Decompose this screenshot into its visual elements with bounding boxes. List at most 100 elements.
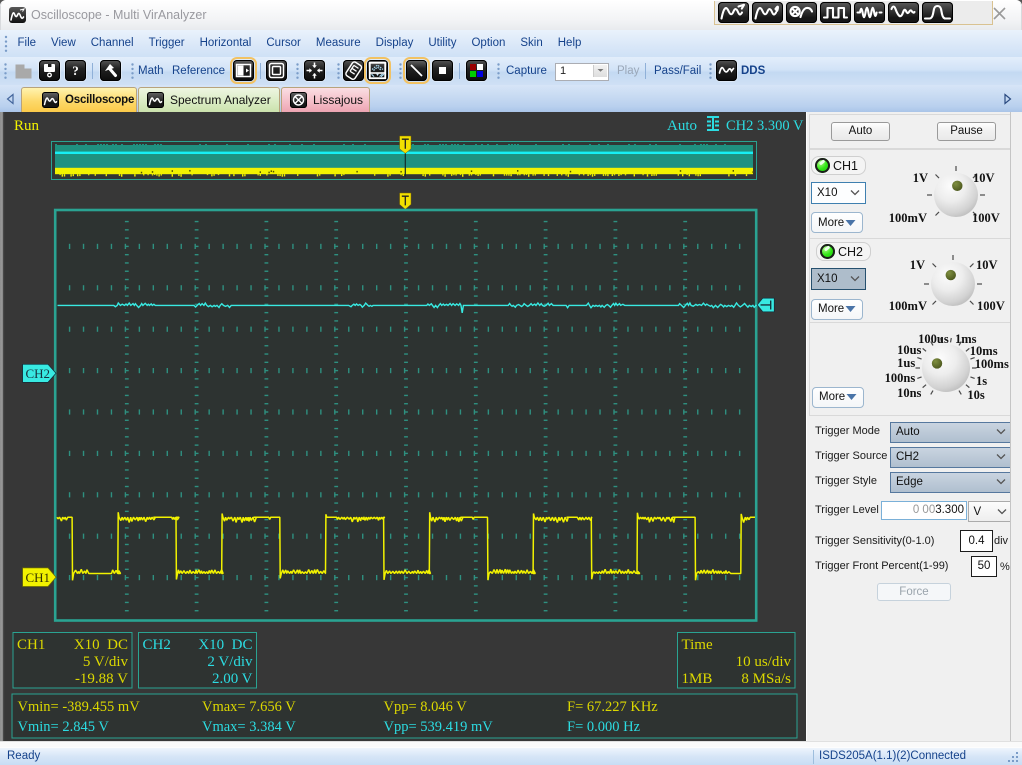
control-panel: AutoPauseCH1X10More1V10V100mV100VCH2X10M… [806, 112, 1012, 741]
menu-item-option[interactable]: Option [464, 30, 513, 57]
tab-spectrum-analyzer[interactable]: Spectrum Analyzer [138, 87, 280, 112]
oscilloscope-tool-icon[interactable] [718, 2, 749, 23]
ch1-measure-2: Vpp= 8.046 V [384, 699, 468, 715]
tab-oscilloscope[interactable]: Oscilloscope [21, 87, 137, 112]
chevron-down-icon [850, 276, 860, 282]
dot-draw-icon[interactable] [432, 60, 453, 81]
application-window: Oscilloscope - Multi VirAnalyzer FileVie… [0, 0, 1022, 765]
ch2-probe-select[interactable]: X10 [811, 268, 866, 290]
record-depth: 1MB [682, 671, 713, 687]
passfail-button[interactable]: Pass/Fail [654, 57, 701, 85]
help-icon[interactable]: ? [65, 60, 86, 81]
panel-toggle-icon[interactable] [233, 60, 254, 81]
toolbar-separator [645, 63, 646, 79]
timebase-more-button[interactable]: More [812, 387, 864, 408]
menu-bar: FileViewChannelTriggerHorizontalCursorMe… [0, 30, 1022, 57]
pause-button[interactable]: Pause [937, 122, 996, 141]
combo-value: X10 [817, 187, 837, 199]
chevron-down-icon [997, 509, 1007, 515]
more-label: More [818, 303, 844, 315]
color-settings-icon[interactable] [466, 60, 487, 81]
ch2-more-button[interactable]: More [811, 299, 863, 320]
ch1-led-box: CH1 [811, 156, 866, 175]
ch1-more-button[interactable]: More [811, 212, 863, 233]
chevron-down-icon [996, 479, 1006, 485]
lissajous-tool-icon[interactable] [786, 2, 817, 23]
menu-item-measure[interactable]: Measure [308, 30, 368, 57]
auto-button[interactable]: Auto [831, 122, 890, 141]
toolbar-separator [260, 63, 261, 79]
knob-scale-label: 1V [910, 258, 925, 273]
capture-dropdown-icon[interactable] [593, 65, 607, 77]
close-icon[interactable] [991, 6, 1008, 21]
knob-scale-label: 10ns [897, 386, 921, 401]
autoset-icon[interactable] [100, 60, 121, 81]
menu-item-horizontal[interactable]: Horizontal [192, 30, 259, 57]
sweep-tool-icon[interactable] [888, 2, 919, 23]
trigger-mode-select[interactable]: Auto [890, 422, 1012, 443]
spectrum-tool-icon[interactable] [752, 2, 783, 23]
menu-item-file[interactable]: File [10, 30, 44, 57]
title-bar: Oscilloscope - Multi VirAnalyzer [0, 0, 1022, 31]
trigger-style-select[interactable]: Edge [890, 472, 1012, 493]
math-button[interactable]: Math [138, 57, 164, 85]
play-button[interactable]: Play [617, 57, 639, 85]
trigger-source-label: Trigger Source [815, 450, 887, 462]
knob-indicator-dot [945, 270, 955, 280]
time-title: Time [682, 637, 713, 653]
sensitivity-unit-label: div [994, 535, 1008, 547]
save-icon[interactable] [39, 60, 60, 81]
menu-item-channel[interactable]: Channel [83, 30, 141, 57]
ch2-probe-coupling: X10 DC [198, 637, 252, 653]
digital-tool-icon[interactable] [820, 2, 851, 23]
ch2-name: CH2 [143, 637, 171, 653]
trigger-sensitivity-input[interactable]: 0.4 [960, 530, 993, 552]
menu-item-view[interactable]: View [44, 30, 84, 57]
tab-scroll-right-icon[interactable] [1003, 93, 1013, 105]
more-label: More [818, 217, 844, 229]
display-settings-icon[interactable] [266, 60, 287, 81]
force-button[interactable]: Force [877, 583, 951, 601]
status-message: Ready [7, 750, 40, 762]
tab-scroll-left-icon[interactable] [5, 93, 15, 105]
ch1-probe-coupling: X10 DC [74, 637, 128, 653]
trigger-level-readout: CH2 3.300 V [726, 118, 804, 134]
capture-label: Capture [506, 57, 547, 85]
waveform-screen-icon[interactable] [367, 60, 388, 81]
knob-scale-label: 10s [967, 388, 984, 403]
dds-icon[interactable] [716, 60, 737, 81]
oscilloscope-display[interactable]: RunAutoCH2 3.300 VCH2CH1CH1X10 DC5 V/div… [5, 112, 806, 741]
menu-item-display[interactable]: Display [368, 30, 421, 57]
keypad-icon[interactable] [343, 60, 364, 81]
tab-lissajous[interactable]: Lissajous [281, 87, 370, 112]
knob-scale-label: 10V [976, 258, 998, 273]
burst-tool-icon[interactable] [854, 2, 885, 23]
knob-scale-label: 1s [976, 374, 987, 389]
trigger-level-unit-select[interactable]: V [968, 501, 1013, 522]
tab-label: Lissajous [313, 93, 363, 107]
run-status: Run [14, 118, 40, 134]
toolbar-grip [496, 62, 501, 80]
menu-grip [2, 34, 10, 54]
line-draw-icon[interactable] [406, 60, 427, 81]
menu-item-trigger[interactable]: Trigger [141, 30, 192, 57]
menu-item-utility[interactable]: Utility [421, 30, 464, 57]
menu-item-cursor[interactable]: Cursor [259, 30, 309, 57]
trigger-front-input[interactable]: 50 [971, 556, 997, 577]
resize-grip-icon[interactable] [1008, 752, 1020, 764]
ch1-probe-select[interactable]: X10 [811, 182, 866, 204]
open-file-icon[interactable] [13, 60, 34, 81]
device-status: ISDS205A(1.1)(2)Connected [819, 750, 966, 762]
reference-button[interactable]: Reference [172, 57, 225, 85]
toolbar-grip [3, 62, 8, 80]
chevron-down-icon [996, 429, 1006, 435]
dropdown-arrow-icon [845, 219, 856, 226]
center-waveform-icon[interactable] [304, 60, 325, 81]
menu-item-help[interactable]: Help [550, 30, 589, 57]
capture-count-select[interactable]: 1 [555, 63, 609, 81]
filter-tool-icon[interactable] [922, 2, 953, 23]
trigger-source-select[interactable]: CH2 [890, 447, 1012, 468]
toolbar-grip [130, 62, 135, 80]
trigger-level-input[interactable]: 0 003.300 [881, 501, 967, 520]
menu-item-skin[interactable]: Skin [513, 30, 550, 57]
